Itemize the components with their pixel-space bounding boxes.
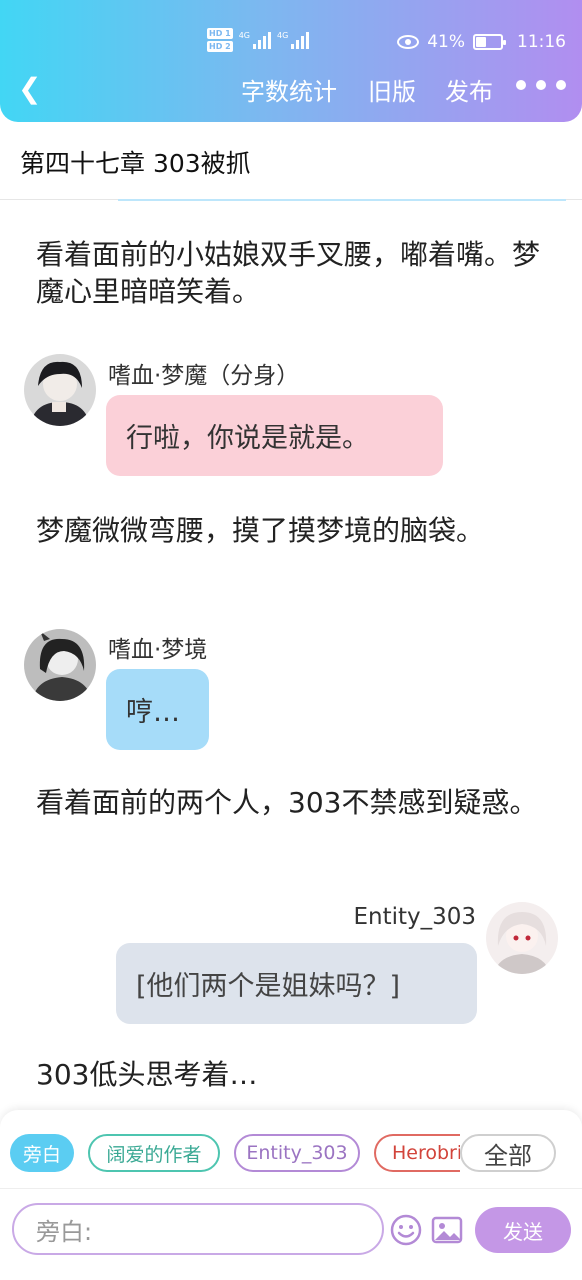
signal-bars-icon: [252, 31, 271, 49]
divider: [0, 1188, 582, 1189]
speaker-name: Entity_303: [353, 904, 476, 930]
status-right: 41% 11:16: [397, 32, 566, 52]
avatar[interactable]: [24, 629, 96, 701]
dialogue-bubble[interactable]: 哼…: [106, 669, 209, 750]
sim2-badge: HD 2: [207, 41, 233, 52]
narration-text[interactable]: 梦魔微微弯腰，摸了摸梦境的脑袋。: [36, 512, 546, 549]
signal-bars-icon: [291, 31, 310, 49]
net2-label: 4G: [276, 31, 289, 40]
role-chip-author[interactable]: 阔爱的作者: [88, 1134, 220, 1172]
net1-label: 4G: [238, 31, 250, 40]
role-chip-entity-303[interactable]: Entity_303: [234, 1134, 360, 1172]
eye-icon: [397, 35, 420, 49]
emoji-icon[interactable]: [389, 1213, 423, 1247]
chapter-header: 第四十七章 303被抓: [0, 122, 582, 200]
send-button[interactable]: 发送: [475, 1207, 571, 1253]
signal-1: 4G: [239, 31, 271, 49]
avatar[interactable]: [486, 902, 558, 974]
nav-row: ❮ 字数统计 旧版 发布: [0, 70, 582, 110]
chapter-title[interactable]: 第四十七章 303被抓: [20, 144, 251, 180]
speaker-name: 嗜血·梦魔（分身）: [108, 363, 300, 389]
image-icon[interactable]: [430, 1213, 464, 1247]
hd-badges: HD 1 HD 2: [207, 28, 233, 52]
divider: [118, 199, 566, 201]
top-app-bar: HD 1 HD 2 4G 4G 41% 11:16 ❮ 字数统计 旧版 发布: [0, 0, 582, 122]
dialogue-bubble[interactable]: [他们两个是姐妹吗？]: [116, 943, 477, 1024]
old-version-button[interactable]: 旧版: [368, 72, 416, 107]
more-icon[interactable]: [516, 80, 566, 90]
word-count-button[interactable]: 字数统计: [241, 72, 337, 107]
role-chip-narrator[interactable]: 旁白: [10, 1134, 74, 1172]
publish-button[interactable]: 发布: [445, 72, 493, 107]
avatar[interactable]: [24, 354, 96, 426]
signal-indicators: HD 1 HD 2 4G 4G: [207, 28, 310, 52]
sim1-badge: HD 1: [207, 28, 233, 39]
status-bar: HD 1 HD 2 4G 4G 41% 11:16: [0, 28, 582, 60]
narration-text[interactable]: 看着面前的小姑娘双手叉腰，嘟着嘴。梦魔心里暗暗笑着。: [36, 236, 546, 310]
message-input[interactable]: 旁白:: [12, 1203, 384, 1255]
dialogue-bubble[interactable]: 行啦，你说是就是。: [106, 395, 443, 476]
clock: 11:16: [517, 32, 566, 52]
speaker-name: 嗜血·梦境: [108, 637, 208, 663]
role-chip-herobrine[interactable]: Herobri: [374, 1134, 460, 1172]
role-chip-all[interactable]: 全部: [460, 1134, 556, 1172]
signal-2: 4G: [276, 31, 310, 49]
battery-icon: [473, 34, 506, 50]
narration-text[interactable]: 看着面前的两个人，303不禁感到疑惑。: [36, 784, 546, 821]
back-icon[interactable]: ❮: [18, 72, 41, 105]
battery-percent: 41%: [427, 32, 465, 52]
narration-text[interactable]: 303低头思考着…: [36, 1056, 546, 1093]
